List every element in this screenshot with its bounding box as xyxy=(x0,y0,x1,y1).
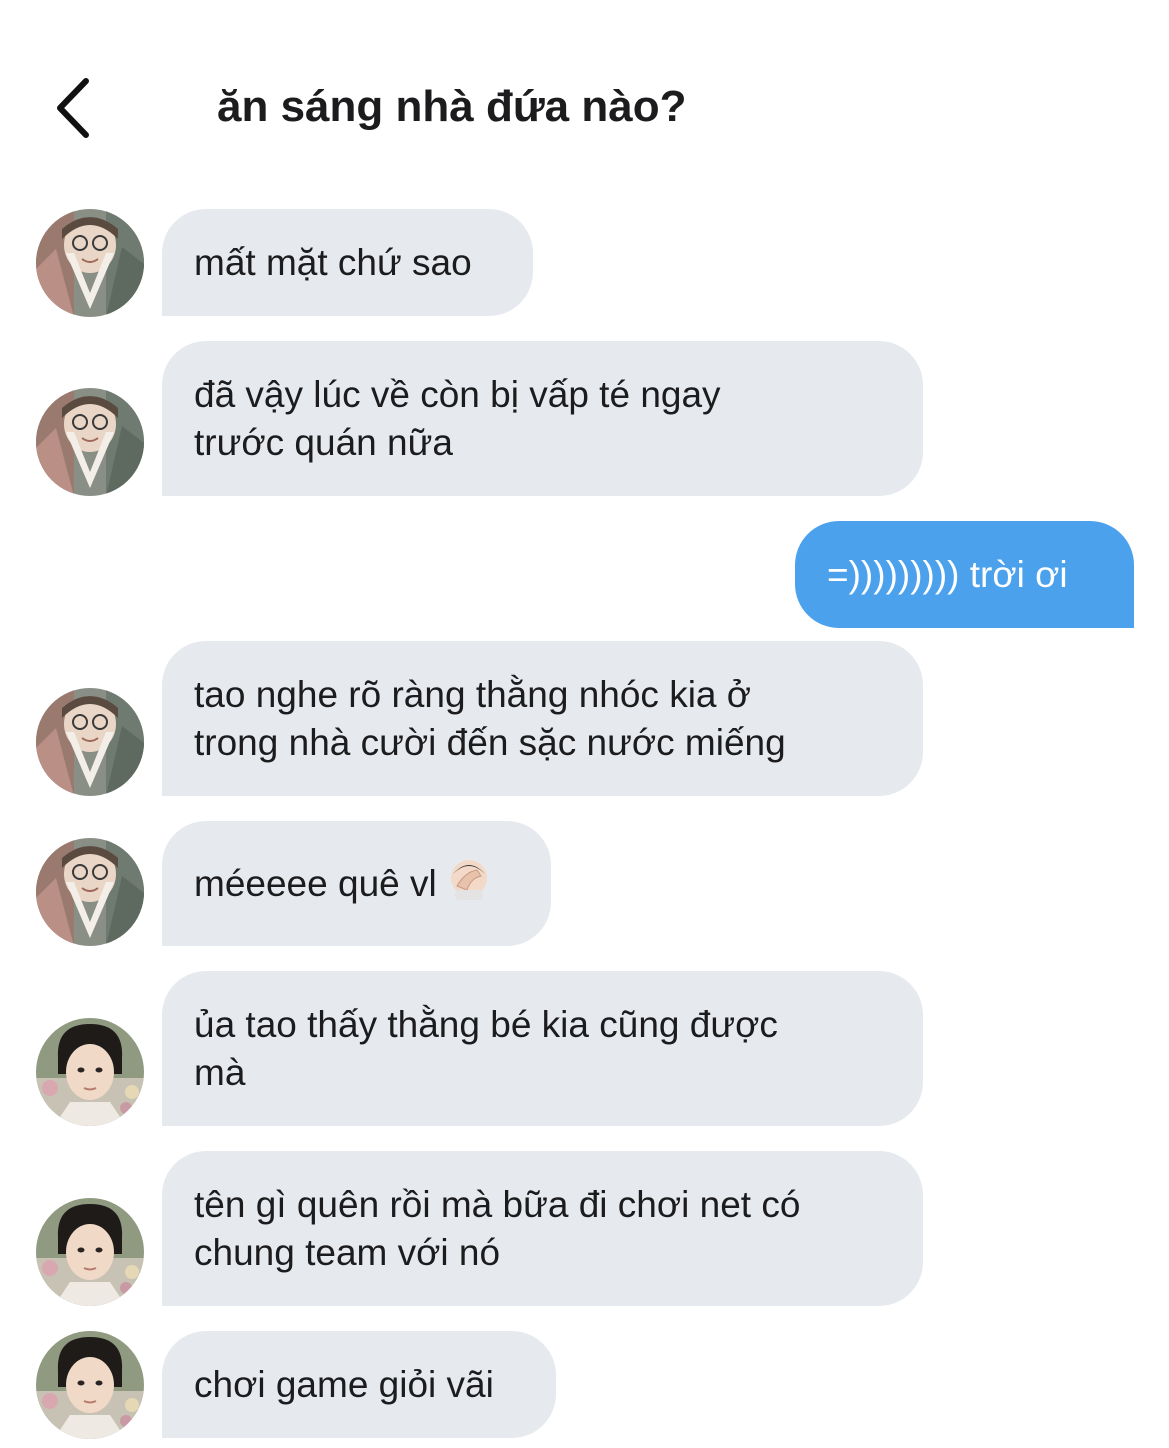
conversation-title: ăn sáng nhà đứa nào? xyxy=(217,82,687,131)
message-text-line: chung team với nó xyxy=(194,1231,501,1273)
message-bubble-outgoing[interactable]: =))))))))) trời ơi xyxy=(795,521,1134,628)
message-bubble[interactable]: tao nghe rõ ràng thằng nhóc kia ở trong … xyxy=(162,641,923,796)
avatar[interactable] xyxy=(36,1331,144,1439)
avatar[interactable] xyxy=(36,1198,144,1306)
message-text: chơi game giỏi vãi xyxy=(194,1363,494,1405)
message-bubble[interactable]: mất mặt chứ sao xyxy=(162,209,533,316)
message-bubble[interactable]: tên gì quên rồi mà bữa đi chơi net có ch… xyxy=(162,1151,923,1306)
message-bubble[interactable]: méeeee quê vl xyxy=(162,821,551,946)
avatar[interactable] xyxy=(36,209,144,317)
avatar[interactable] xyxy=(36,1018,144,1126)
chat-header: ăn sáng nhà đứa nào? xyxy=(0,0,1169,190)
back-button[interactable] xyxy=(36,70,108,146)
message-text-line: tao nghe rõ ràng thằng nhóc kia ở xyxy=(194,673,752,715)
message-bubble[interactable]: đã vậy lúc về còn bị vấp té ngay trước q… xyxy=(162,341,923,496)
message-text-line: ủa tao thấy thằng bé kia cũng được xyxy=(194,1003,778,1045)
message-text: méeeee quê vl xyxy=(194,862,437,904)
message-text: =))))))))) trời ơi xyxy=(827,553,1068,595)
message-bubble[interactable]: ủa tao thấy thằng bé kia cũng được mà xyxy=(162,971,923,1126)
message-text-line: trước quán nữa xyxy=(194,421,453,463)
message-text-line: trong nhà cười đến sặc nước miếng xyxy=(194,721,786,763)
avatar[interactable] xyxy=(36,388,144,496)
message-bubble[interactable]: chơi game giỏi vãi xyxy=(162,1331,556,1438)
chevron-left-icon xyxy=(57,78,89,138)
message-text: mất mặt chứ sao xyxy=(194,241,472,283)
face-palm-icon xyxy=(447,856,491,912)
avatar[interactable] xyxy=(36,688,144,796)
message-text-line: mà xyxy=(194,1051,246,1093)
message-text-line: đã vậy lúc về còn bị vấp té ngay xyxy=(194,373,721,415)
avatar[interactable] xyxy=(36,838,144,946)
message-text-line: tên gì quên rồi mà bữa đi chơi net có xyxy=(194,1183,801,1225)
